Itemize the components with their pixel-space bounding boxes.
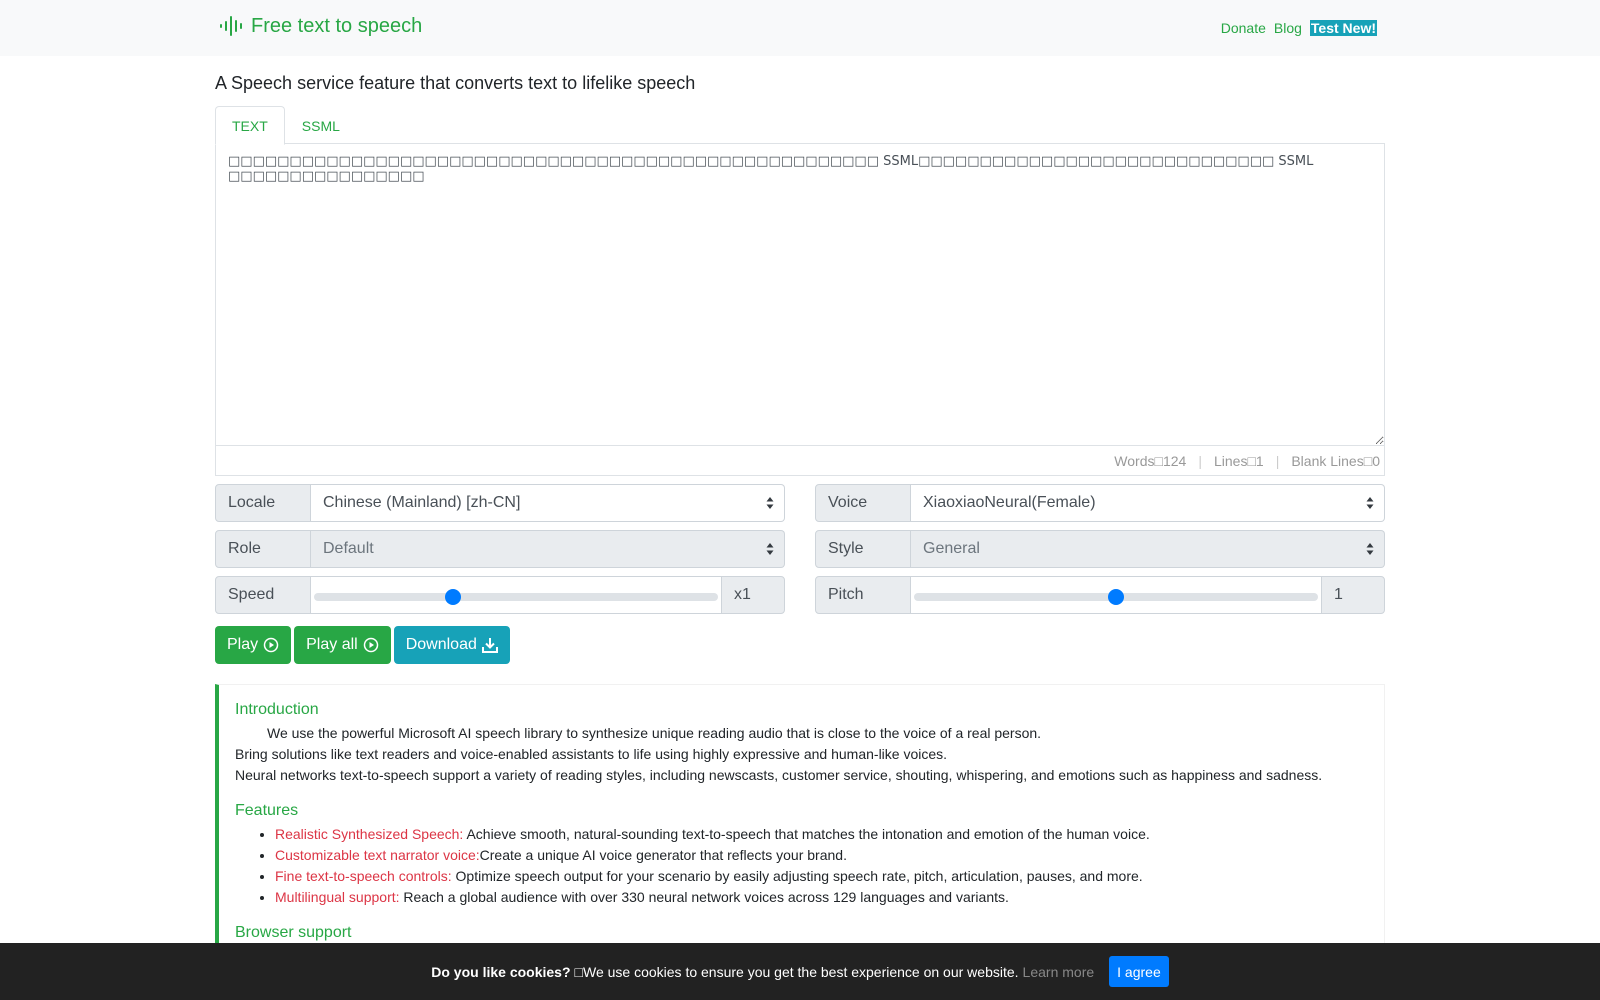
locale-group: Locale Chinese (Mainland) [zh-CN] [215,484,785,522]
list-item: Customizable text narrator voice:Create … [275,845,1368,866]
select-arrows-icon [1366,543,1374,555]
text-editor: □□□□□□□□□□□□□□□□□□□□□□□□□□□□□□□□□□□□□□□□… [215,144,1385,476]
intro-heading: Introduction [235,701,319,718]
nav-test-new-link[interactable]: Test New! [1309,20,1377,36]
features-heading: Features [235,802,299,819]
list-item: Realistic Synthesized Speech: Achieve sm… [275,824,1368,845]
cookie-question: Do you like cookies? [431,963,571,980]
info-panel: Introduction We use the powerful Microso… [215,684,1385,967]
voice-value: XiaoxiaoNeural(Female) [923,494,1096,511]
pitch-value: 1 [1321,576,1385,614]
learn-more-link[interactable]: Learn more [1023,964,1095,980]
play-button[interactable]: Play [215,626,292,664]
text-counts: Words□124 | Lines□1 | Blank Lines□0 [216,446,1384,475]
style-value: General [923,540,980,557]
speed-group: Speed x1 [215,576,785,614]
cookie-message: We use cookies to ensure you get the bes… [582,963,1019,980]
divider: | [1275,452,1280,469]
main-content: A Speech service feature that converts t… [215,73,1385,967]
select-arrows-icon [766,543,774,555]
style-label: Style [815,530,911,568]
intro-paragraph: Bring solutions like text readers and vo… [235,746,948,762]
locale-select[interactable]: Chinese (Mainland) [zh-CN] [311,484,785,522]
style-select[interactable]: General [911,530,1385,568]
locale-label: Locale [215,484,311,522]
play-all-button[interactable]: Play all [294,626,391,664]
style-group: Style General [815,530,1385,568]
select-arrows-icon [766,497,774,509]
brand-link[interactable]: Free text to speech [219,14,422,38]
play-circle-icon [263,637,279,653]
play-circle-icon [363,637,378,653]
cookie-banner: Do you like cookies? □ We use cookies to… [0,943,1600,1000]
download-icon [481,638,498,653]
action-buttons: Play Play all Download [215,626,1385,664]
pitch-slider-thumb[interactable] [1108,589,1124,605]
download-button[interactable]: Download [393,626,510,664]
browser-section: Browser support [235,922,1368,943]
intro-paragraph: Neural networks text-to-speech support a… [235,767,1323,783]
brand-title: Free text to speech [251,14,423,37]
agree-button[interactable]: I agree [1109,956,1169,987]
select-arrows-icon [1366,497,1374,509]
divider: | [1198,452,1202,469]
tab-text[interactable]: TEXT [215,106,285,145]
voice-label: Voice [815,484,911,522]
list-item: Multilingual support: Reach a global aud… [275,887,1368,908]
word-count: Words□124 [1114,452,1187,469]
nav-links: Donate Blog Test New! [1213,20,1377,36]
role-group: Role Default [215,530,785,568]
voice-controls: Locale Chinese (Mainland) [zh-CN] Voice … [215,484,1385,614]
editor-tabs: TEXT SSML [215,106,1385,145]
features-list: Realistic Synthesized Speech: Achieve sm… [235,824,1368,908]
nav-donate-link[interactable]: Donate [1221,20,1266,36]
role-label: Role [215,530,311,568]
features-section: Features Realistic Synthesized Speech: A… [235,800,1368,908]
sound-wave-icon [220,16,242,36]
navbar: Free text to speech Donate Blog Test New… [0,0,1600,56]
intro-paragraph: We use the powerful Microsoft AI speech … [267,725,1042,741]
voice-select[interactable]: XiaoxiaoNeural(Female) [911,484,1385,522]
browser-heading: Browser support [235,924,352,941]
speed-value: x1 [721,576,785,614]
nav-blog-link[interactable]: Blog [1274,20,1302,36]
list-item: Fine text-to-speech controls: Optimize s… [275,866,1368,887]
tab-ssml[interactable]: SSML [285,106,357,143]
voice-group: Voice XiaoxiaoNeural(Female) [815,484,1385,522]
page-subtitle: A Speech service feature that converts t… [215,73,696,93]
pitch-slider[interactable] [911,576,1321,614]
line-count: Lines□1 [1213,452,1264,469]
text-input[interactable]: □□□□□□□□□□□□□□□□□□□□□□□□□□□□□□□□□□□□□□□□… [216,144,1384,446]
slider-track [314,593,718,601]
role-select[interactable]: Default [311,530,785,568]
pitch-label: Pitch [815,576,911,614]
speed-slider[interactable] [311,576,721,614]
speed-slider-thumb[interactable] [444,589,461,605]
pitch-group: Pitch 1 [815,576,1385,614]
blank-line-count: Blank Lines□0 [1291,452,1380,469]
cookie-icon: □ [574,963,583,980]
intro-section: Introduction We use the powerful Microso… [235,699,1368,786]
locale-value: Chinese (Mainland) [zh-CN] [323,494,521,511]
role-value: Default [323,540,374,557]
speed-label: Speed [215,576,311,614]
